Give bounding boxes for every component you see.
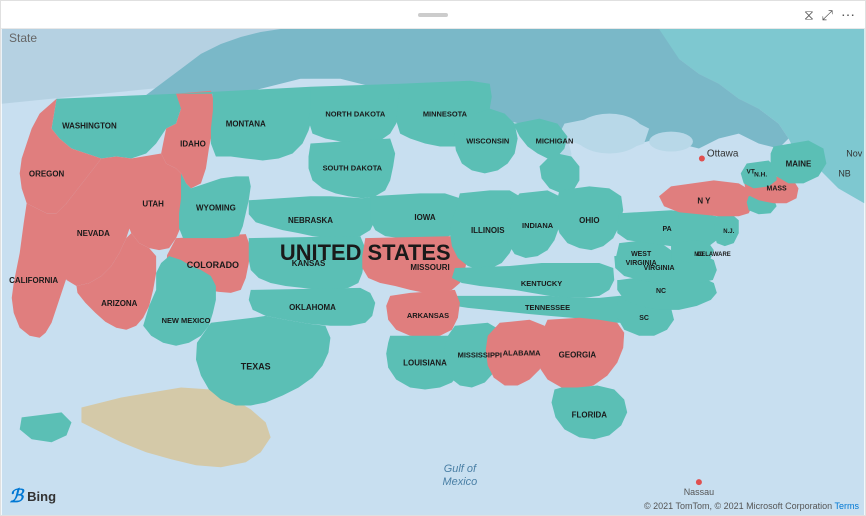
svg-text:Gulf of: Gulf of [444, 463, 477, 475]
bing-text: Bing [27, 489, 56, 504]
svg-text:VT: VT [747, 168, 755, 175]
svg-text:INDIANA: INDIANA [522, 221, 554, 230]
bing-logo: ℬ Bing [9, 486, 56, 507]
terms-link[interactable]: Terms [835, 501, 860, 511]
svg-text:WEST: WEST [631, 251, 652, 258]
filter-icon[interactable]: ⧖ [804, 6, 814, 23]
svg-text:NEVADA: NEVADA [77, 229, 110, 238]
svg-text:MASS: MASS [767, 185, 787, 192]
svg-text:DELAWARE: DELAWARE [697, 252, 731, 258]
svg-text:TENNESSEE: TENNESSEE [525, 303, 570, 312]
svg-text:WYOMING: WYOMING [196, 203, 236, 212]
svg-text:Mexico: Mexico [443, 476, 478, 488]
svg-text:MAINE: MAINE [786, 159, 812, 168]
more-icon[interactable]: ⋯ [841, 6, 855, 23]
svg-text:TEXAS: TEXAS [241, 362, 271, 372]
svg-text:ILLINOIS: ILLINOIS [471, 226, 505, 235]
toolbar-icons: ⧖ ⤢ ⋯ [804, 6, 855, 23]
svg-text:NC: NC [656, 288, 666, 295]
svg-text:SOUTH DAKOTA: SOUTH DAKOTA [323, 163, 383, 172]
svg-text:OHIO: OHIO [579, 216, 599, 225]
svg-text:IOWA: IOWA [414, 213, 435, 222]
svg-text:FLORIDA: FLORIDA [572, 410, 608, 419]
svg-text:Nassau: Nassau [684, 487, 714, 497]
svg-text:WISCONSIN: WISCONSIN [466, 137, 509, 146]
svg-text:UTAH: UTAH [142, 199, 164, 208]
svg-text:MONTANA: MONTANA [226, 120, 266, 129]
svg-text:ARIZONA: ARIZONA [101, 299, 137, 308]
svg-text:MICHIGAN: MICHIGAN [536, 137, 574, 146]
svg-text:VIRGINIA: VIRGINIA [626, 260, 657, 267]
svg-text:GEORGIA: GEORGIA [559, 351, 597, 360]
svg-text:ALABAMA: ALABAMA [503, 349, 541, 358]
svg-text:LOUISIANA: LOUISIANA [403, 359, 447, 368]
map-container: ⧖ ⤢ ⋯ State [0, 0, 866, 516]
svg-text:NB: NB [838, 168, 850, 178]
map-area[interactable]: WASHINGTON OREGON CALIFORNIA NEVADA IDAH… [1, 29, 865, 515]
svg-text:N.J.: N.J. [723, 229, 734, 235]
svg-text:NEW MEXICO: NEW MEXICO [162, 316, 211, 325]
svg-text:COLORADO: COLORADO [187, 260, 239, 270]
svg-text:Ottawa: Ottawa [707, 148, 739, 159]
svg-text:KENTUCKY: KENTUCKY [521, 279, 562, 288]
svg-text:OREGON: OREGON [29, 169, 65, 178]
svg-text:OKLAHOMA: OKLAHOMA [289, 303, 336, 312]
svg-text:MINNESOTA: MINNESOTA [423, 110, 468, 119]
svg-text:ARKANSAS: ARKANSAS [407, 311, 449, 320]
svg-text:NORTH DAKOTA: NORTH DAKOTA [325, 110, 386, 119]
svg-text:N.H.: N.H. [754, 171, 767, 178]
svg-text:NEBRASKA: NEBRASKA [288, 216, 333, 225]
svg-text:PA: PA [662, 226, 671, 233]
toolbar: ⧖ ⤢ ⋯ [1, 1, 865, 29]
svg-text:SC: SC [639, 315, 649, 322]
svg-text:WASHINGTON: WASHINGTON [62, 122, 117, 131]
bing-b-icon: ℬ [9, 486, 23, 507]
svg-text:MISSISSIPPI: MISSISSIPPI [458, 351, 502, 360]
svg-text:UNITED STATES: UNITED STATES [280, 240, 451, 265]
svg-text:IDAHO: IDAHO [180, 140, 206, 149]
state-label: State [9, 31, 37, 45]
svg-text:CALIFORNIA: CALIFORNIA [9, 276, 58, 285]
drag-handle[interactable] [418, 13, 448, 17]
svg-text:Nov: Nov [846, 148, 862, 158]
expand-icon[interactable]: ⤢ [822, 6, 833, 23]
svg-text:N Y: N Y [697, 196, 711, 205]
copyright: © 2021 TomTom, © 2021 Microsoft Corporat… [644, 501, 859, 511]
